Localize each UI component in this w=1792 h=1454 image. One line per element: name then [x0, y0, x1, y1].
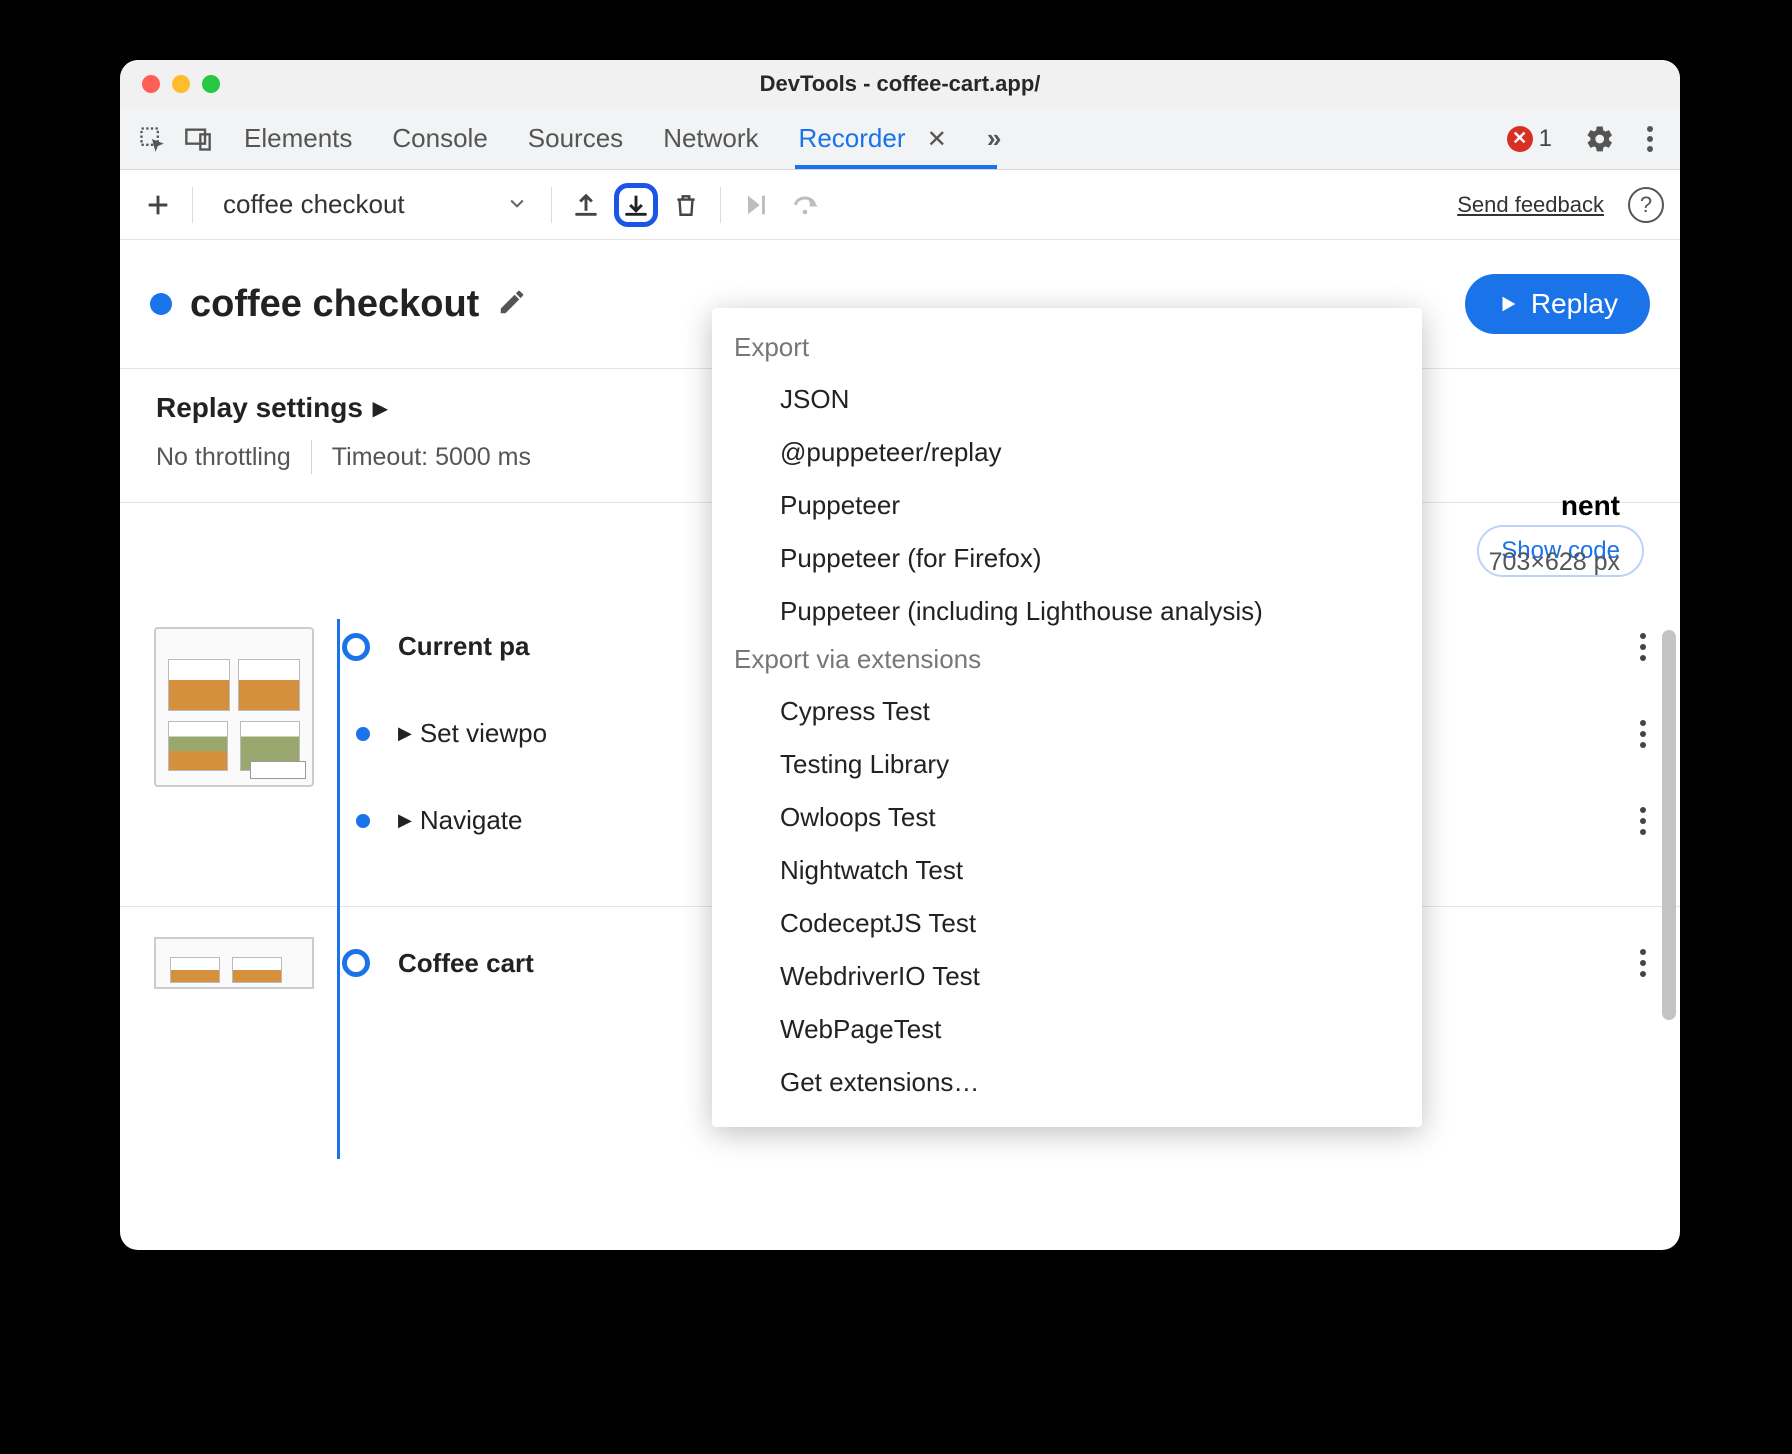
- tab-network[interactable]: Network: [663, 109, 758, 168]
- export-puppeteer-lighthouse[interactable]: Puppeteer (including Lighthouse analysis…: [712, 585, 1422, 638]
- new-recording-icon[interactable]: [136, 183, 180, 227]
- export-json[interactable]: JSON: [712, 373, 1422, 426]
- help-icon[interactable]: ?: [1628, 187, 1664, 223]
- export-puppeteer-firefox[interactable]: Puppeteer (for Firefox): [712, 532, 1422, 585]
- edit-title-icon[interactable]: [497, 287, 527, 322]
- close-window-button[interactable]: [142, 75, 160, 93]
- throttling-value[interactable]: No throttling: [156, 443, 291, 472]
- tab-sources[interactable]: Sources: [528, 109, 623, 168]
- step-thumbnail: [154, 627, 314, 787]
- replay-button[interactable]: Replay: [1465, 274, 1650, 334]
- export-extensions-header: Export via extensions: [712, 638, 1422, 685]
- recorder-toolbar: coffee checkout Send feedback ?: [120, 170, 1680, 240]
- error-icon: ✕: [1507, 126, 1533, 152]
- step-menu-icon[interactable]: [1640, 949, 1646, 977]
- device-toolbar-icon[interactable]: [180, 121, 216, 157]
- recording-status-dot: [150, 293, 172, 315]
- tab-recorder[interactable]: Recorder ✕: [799, 109, 947, 168]
- export-header: Export: [712, 326, 1422, 373]
- export-owloops[interactable]: Owloops Test: [712, 791, 1422, 844]
- expand-icon: ▶: [398, 723, 412, 744]
- close-tab-icon[interactable]: ✕: [927, 126, 947, 153]
- export-webpagetest[interactable]: WebPageTest: [712, 1003, 1422, 1056]
- export-button[interactable]: [614, 183, 658, 227]
- panel-tabs: Elements Console Sources Network Recorde…: [244, 109, 1001, 168]
- step-current-page[interactable]: Current pa: [398, 631, 529, 662]
- more-options-icon[interactable]: [1640, 126, 1660, 152]
- recording-title: coffee checkout: [190, 283, 479, 326]
- window-controls: [120, 75, 220, 93]
- export-nightwatch[interactable]: Nightwatch Test: [712, 844, 1422, 897]
- selected-recording-name: coffee checkout: [223, 189, 405, 220]
- step-icon[interactable]: [733, 183, 777, 227]
- expand-icon: ▶: [398, 810, 412, 831]
- export-puppeteer-replay[interactable]: @puppeteer/replay: [712, 426, 1422, 479]
- export-webdriverio[interactable]: WebdriverIO Test: [712, 950, 1422, 1003]
- environment-dimensions: 703×628 px: [1489, 548, 1620, 577]
- window-title: DevTools - coffee-cart.app/: [120, 71, 1680, 97]
- export-puppeteer[interactable]: Puppeteer: [712, 479, 1422, 532]
- export-testing-library[interactable]: Testing Library: [712, 738, 1422, 791]
- error-indicator[interactable]: ✕ 1: [1507, 125, 1552, 153]
- inspect-element-icon[interactable]: [134, 121, 170, 157]
- timeout-value[interactable]: Timeout: 5000 ms: [332, 443, 531, 472]
- step-menu-icon[interactable]: [1640, 807, 1646, 835]
- expand-icon: ▸: [373, 391, 387, 424]
- delete-icon[interactable]: [664, 183, 708, 227]
- error-count: 1: [1539, 125, 1552, 153]
- recording-selector[interactable]: coffee checkout: [205, 189, 539, 220]
- minimize-window-button[interactable]: [172, 75, 190, 93]
- replay-button-label: Replay: [1531, 288, 1618, 320]
- step-set-viewport[interactable]: ▶ Set viewpo: [398, 718, 547, 749]
- more-tabs-button[interactable]: »: [987, 109, 1001, 168]
- send-feedback-link[interactable]: Send feedback: [1457, 192, 1604, 218]
- export-cypress[interactable]: Cypress Test: [712, 685, 1422, 738]
- step-navigate[interactable]: ▶ Navigate: [398, 805, 522, 836]
- devtools-tabstrip: Elements Console Sources Network Recorde…: [120, 108, 1680, 170]
- export-get-extensions[interactable]: Get extensions…: [712, 1056, 1422, 1109]
- export-dropdown: Export JSON @puppeteer/replay Puppeteer …: [712, 308, 1422, 1127]
- tab-elements[interactable]: Elements: [244, 109, 352, 168]
- import-icon[interactable]: [564, 183, 608, 227]
- step-menu-icon[interactable]: [1640, 633, 1646, 661]
- chevron-down-icon: [507, 189, 527, 220]
- step-menu-icon[interactable]: [1640, 720, 1646, 748]
- tab-console[interactable]: Console: [392, 109, 487, 168]
- export-codeceptjs[interactable]: CodeceptJS Test: [712, 897, 1422, 950]
- step-coffee-cart[interactable]: Coffee cart: [398, 948, 534, 979]
- settings-icon[interactable]: [1582, 121, 1618, 157]
- step-thumbnail: [154, 937, 314, 989]
- step-over-icon[interactable]: [783, 183, 827, 227]
- titlebar: DevTools - coffee-cart.app/: [120, 60, 1680, 108]
- environment-label-partial: nent: [1561, 490, 1620, 522]
- replay-settings-label: Replay settings: [156, 392, 363, 424]
- zoom-window-button[interactable]: [202, 75, 220, 93]
- devtools-window: DevTools - coffee-cart.app/ Elements Con…: [120, 60, 1680, 1250]
- tab-recorder-label: Recorder: [799, 123, 906, 153]
- scrollbar[interactable]: [1662, 630, 1676, 1020]
